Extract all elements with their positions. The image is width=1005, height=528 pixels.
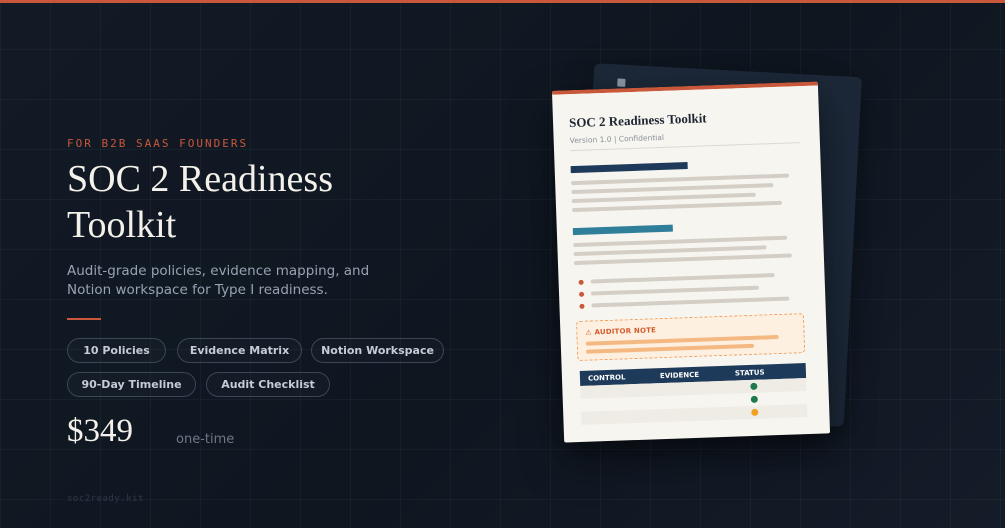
status-dot bbox=[750, 382, 758, 391]
document-subtitle: Version 1.0 | Confidential bbox=[569, 132, 665, 146]
text-line bbox=[572, 200, 783, 213]
text-line bbox=[590, 273, 775, 284]
feature-pill-audit-checklist: Audit Checklist bbox=[206, 372, 330, 397]
accent-top-bar bbox=[0, 0, 1005, 3]
text-line bbox=[573, 253, 792, 266]
footer-url: soc2ready.kit bbox=[67, 494, 144, 504]
table-header-evidence: EVIDENCE bbox=[659, 370, 700, 381]
text-line bbox=[571, 192, 756, 204]
section-heading-bar bbox=[570, 162, 688, 174]
status-dot bbox=[751, 408, 759, 416]
feature-pill-notion-workspace: Notion Workspace bbox=[311, 338, 444, 363]
note-line bbox=[585, 343, 755, 354]
accent-divider bbox=[67, 318, 101, 320]
bullet-dot bbox=[578, 279, 584, 285]
text-line bbox=[590, 285, 760, 296]
bullet-dot bbox=[578, 291, 585, 297]
status-dot bbox=[750, 395, 758, 403]
price-note: one-time bbox=[176, 432, 235, 447]
price: $349 bbox=[67, 413, 133, 449]
auditor-note-label: ⚠ AUDITOR NOTE bbox=[585, 326, 657, 337]
auditor-note-callout: ⚠ AUDITOR NOTE bbox=[575, 313, 806, 362]
hero-description: Audit-grade policies, evidence mapping, … bbox=[67, 263, 370, 298]
bullet-dot bbox=[579, 303, 585, 309]
table-header-control: CONTROL bbox=[587, 373, 626, 383]
text-line bbox=[591, 296, 790, 308]
feature-pill-policies: 10 Policies bbox=[67, 338, 166, 363]
section-heading-bar bbox=[572, 224, 673, 236]
eyebrow-label: FOR B2B SAAS FOUNDERS bbox=[67, 137, 249, 150]
clipboard-icon bbox=[617, 78, 626, 87]
document-title: SOC 2 Readiness Toolkit bbox=[568, 110, 707, 131]
feature-pill-timeline: 90-Day Timeline bbox=[67, 372, 196, 397]
document-preview: SOC 2 Readiness Toolkit Version 1.0 | Co… bbox=[551, 81, 831, 443]
feature-pill-evidence-matrix: Evidence Matrix bbox=[177, 338, 302, 363]
page-title: SOC 2 Readiness Toolkit bbox=[67, 158, 333, 246]
table-header-status: STATUS bbox=[734, 368, 765, 378]
